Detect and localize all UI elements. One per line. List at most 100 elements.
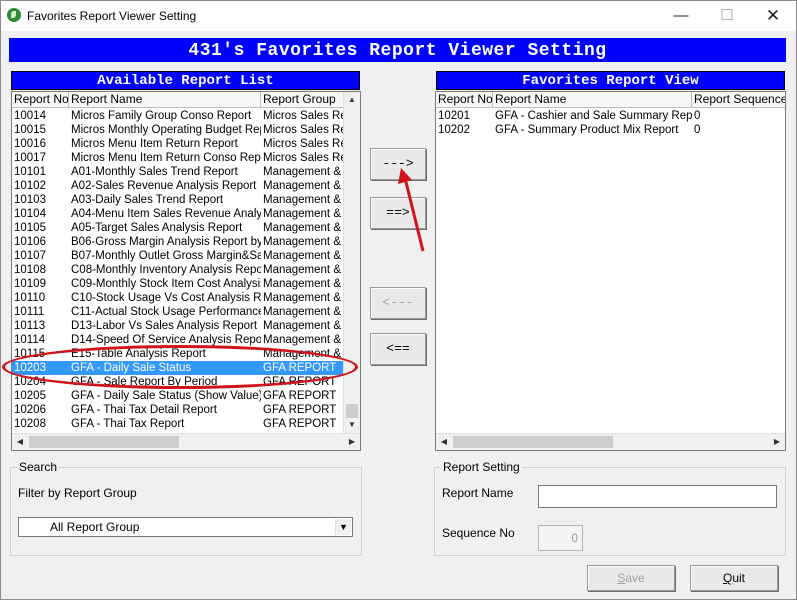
cell-report-no: 10015	[14, 124, 46, 136]
available-report-row[interactable]: 10104 A04-Menu Item Sales Revenue Analysi…	[12, 207, 345, 221]
scroll-down-icon[interactable]: ▼	[344, 417, 360, 433]
cell-report-extra: Management & A	[263, 250, 345, 262]
cell-report-no: 10016	[14, 138, 46, 150]
cell-report-no: 10101	[14, 166, 46, 178]
col-report-name[interactable]: Report Name	[493, 92, 692, 108]
app-window: Favorites Report Viewer Setting — ☐ ✕ 43…	[0, 0, 797, 600]
cell-report-extra: Management & A	[263, 306, 345, 318]
scroll-up-icon[interactable]: ▲	[344, 92, 360, 108]
available-report-row[interactable]: 10101 A01-Monthly Sales Trend Report Manag…	[12, 165, 345, 179]
cell-report-name: A03-Daily Sales Trend Report	[71, 194, 224, 206]
filter-value: All Report Group	[50, 520, 140, 534]
available-report-row[interactable]: 10113 D13-Labor Vs Sales Analysis Report M…	[12, 319, 345, 333]
available-report-row[interactable]: 10208 GFA - Thai Tax Report GFA REPORT	[12, 417, 343, 431]
col-report-no[interactable]: Report No	[12, 92, 69, 108]
available-report-row[interactable]: 10107 B07-Monthly Outlet Gross Margin&Sal…	[12, 249, 345, 263]
cell-report-no: 10108	[14, 264, 46, 276]
cell-report-extra: Micros Sales Rep	[263, 138, 345, 150]
cell-report-no: 10201	[438, 110, 470, 122]
available-report-row[interactable]: 10205 GFA - Daily Sale Status (Show Value…	[12, 389, 343, 403]
available-report-row[interactable]: 10103 A03-Daily Sales Trend Report Managem…	[12, 193, 345, 207]
cell-report-no: 10102	[14, 180, 46, 192]
minimize-button[interactable]: —	[658, 1, 704, 31]
save-label: Save	[617, 571, 645, 585]
cell-report-no: 10202	[438, 124, 470, 136]
cell-report-extra: Management & A	[263, 292, 345, 304]
scroll-thumb[interactable]	[453, 436, 613, 448]
save-button[interactable]: Save	[587, 565, 675, 591]
cell-report-no: 10103	[14, 194, 46, 206]
cell-report-name: Micros Family Group Conso Report	[71, 110, 252, 122]
report-group-filter-select[interactable]: All Report Group ▼	[18, 517, 353, 537]
available-report-row[interactable]: 10111 C11-Actual Stock Usage Performance …	[12, 305, 345, 319]
title-bar: Favorites Report Viewer Setting — ☐ ✕	[1, 1, 796, 31]
scroll-thumb[interactable]	[29, 436, 179, 448]
cell-report-name: GFA - Summary Product Mix Report	[495, 124, 679, 136]
available-report-row[interactable]: 10014 Micros Family Group Conso Report Mic…	[12, 109, 345, 123]
cell-report-name: Micros Monthly Operating Budget Repo	[71, 124, 261, 136]
scroll-left-icon[interactable]: ◀	[12, 434, 28, 450]
scroll-right-icon[interactable]: ▶	[769, 434, 785, 450]
available-list-title: Available Report List	[11, 71, 360, 90]
cell-report-no: 10205	[14, 390, 46, 402]
cell-report-extra: Micros Sales Rep	[263, 110, 345, 122]
scroll-thumb[interactable]	[346, 404, 358, 418]
close-button[interactable]: ✕	[750, 1, 796, 31]
cell-report-no: 10105	[14, 222, 46, 234]
cell-report-name: A04-Menu Item Sales Revenue Analysis	[71, 208, 261, 220]
cell-report-extra: GFA REPORT	[263, 390, 337, 402]
available-report-row[interactable]: 10108 C08-Monthly Inventory Analysis Repo…	[12, 263, 345, 277]
chevron-down-icon[interactable]: ▼	[335, 519, 351, 535]
cell-report-extra: Management & A	[263, 222, 345, 234]
report-name-field[interactable]	[538, 485, 777, 508]
favorites-report-list[interactable]: Report No Report Name Report Sequence 10…	[435, 91, 786, 451]
page-banner: 431's Favorites Report Viewer Setting	[9, 38, 786, 62]
cell-report-name: C08-Monthly Inventory Analysis Report	[71, 264, 261, 276]
available-report-row[interactable]: 10017 Micros Menu Item Return Conso Repor…	[12, 151, 345, 165]
available-report-row[interactable]: 10016 Micros Menu Item Return Report Micro…	[12, 137, 345, 151]
col-report-name[interactable]: Report Name	[69, 92, 261, 108]
cell-report-name: GFA - Cashier and Sale Summary Report	[495, 110, 692, 122]
highlight-ellipse	[2, 345, 358, 389]
cell-report-name: Micros Menu Item Return Conso Report	[71, 152, 261, 164]
col-report-group[interactable]: Report Group	[261, 92, 345, 108]
cell-report-no: 10111	[14, 306, 45, 318]
filter-label: Filter by Report Group	[18, 486, 137, 500]
available-report-row[interactable]: 10106 B06-Gross Margin Analysis Report by…	[12, 235, 345, 249]
cell-report-extra: Management & A	[263, 208, 345, 220]
available-report-row[interactable]: 10206 GFA - Thai Tax Detail Report GFA REP…	[12, 403, 343, 417]
cell-report-extra: GFA REPORT	[263, 404, 337, 416]
cell-report-no: 10206	[14, 404, 46, 416]
cell-report-name: A05-Target Sales Analysis Report	[71, 222, 243, 234]
available-report-row[interactable]: 10015 Micros Monthly Operating Budget Rep…	[12, 123, 345, 137]
sequence-no-field[interactable]: 0	[538, 525, 583, 551]
available-horizontal-scrollbar[interactable]: ◀ ▶	[12, 433, 360, 450]
available-report-row[interactable]: 10110 C10-Stock Usage Vs Cost Analysis Re…	[12, 291, 345, 305]
available-report-row[interactable]: 10105 A05-Target Sales Analysis Report Man…	[12, 221, 345, 235]
cell-report-no: 10017	[14, 152, 46, 164]
available-report-list[interactable]: Report No Report Name Report Group 10014…	[11, 91, 361, 451]
remove-all-button[interactable]: <==	[370, 333, 426, 365]
col-report-sequence[interactable]: Report Sequence	[692, 92, 785, 108]
col-report-no[interactable]: Report No	[436, 92, 493, 108]
favorite-report-row[interactable]: 10202 GFA - Summary Product Mix Report 0	[436, 123, 785, 137]
available-report-row[interactable]: 10109 C09-Monthly Stock Item Cost Analysi…	[12, 277, 345, 291]
quit-button[interactable]: Quit	[690, 565, 778, 591]
cell-report-name: GFA - Thai Tax Detail Report	[71, 404, 217, 416]
favorites-horizontal-scrollbar[interactable]: ◀ ▶	[436, 433, 785, 450]
scroll-left-icon[interactable]: ◀	[436, 434, 452, 450]
maximize-button[interactable]: ☐	[704, 1, 750, 31]
favorite-report-row[interactable]: 10201 GFA - Cashier and Sale Summary Repo…	[436, 109, 785, 123]
cell-report-name: A01-Monthly Sales Trend Report	[71, 166, 238, 178]
remove-selected-button[interactable]: <---	[370, 287, 426, 319]
report-name-label: Report Name	[442, 486, 514, 500]
cell-report-no: 10114	[14, 334, 46, 346]
cell-report-name: GFA - Daily Sale Status (Show Value)	[71, 390, 261, 402]
scroll-right-icon[interactable]: ▶	[344, 434, 360, 450]
cell-report-extra: Management & A	[263, 194, 345, 206]
available-report-row[interactable]: 10102 A02-Sales Revenue Analysis Report Ma…	[12, 179, 345, 193]
available-vertical-scrollbar[interactable]: ▲ ▼	[343, 92, 360, 433]
favorites-list-title: Favorites Report View	[436, 71, 785, 90]
cell-report-no: 10106	[14, 236, 46, 248]
cell-report-name: B06-Gross Margin Analysis Report by R	[71, 236, 261, 248]
